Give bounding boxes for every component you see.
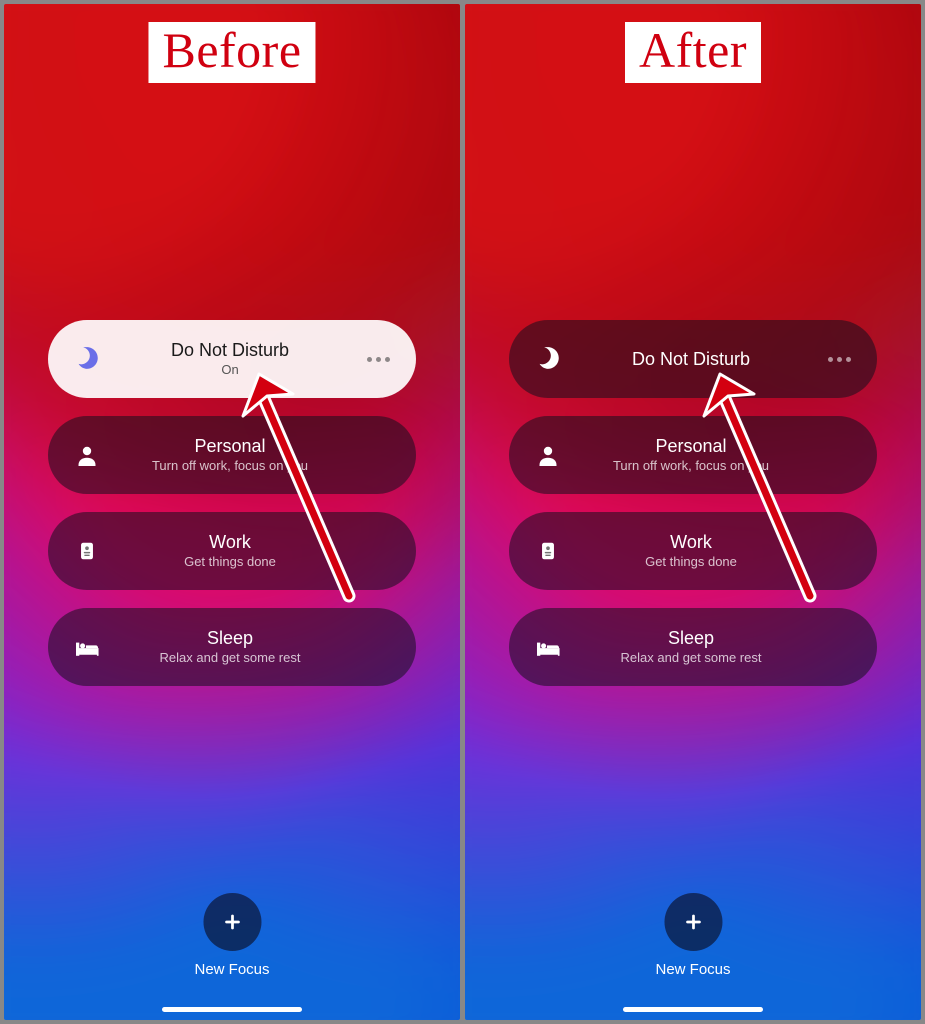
focus-title: Work [209, 532, 251, 553]
after-panel: After Do Not Disturb Personal Turn off w… [465, 4, 921, 1020]
person-icon [70, 443, 104, 467]
focus-item-work[interactable]: Work Get things done [509, 512, 877, 590]
focus-title: Do Not Disturb [632, 349, 750, 370]
focus-mode-list: Do Not Disturb On Personal Turn off work… [48, 320, 416, 686]
focus-subtitle: On [221, 363, 238, 378]
ellipsis-icon [367, 357, 390, 362]
home-indicator[interactable] [623, 1007, 763, 1012]
focus-title: Personal [194, 436, 265, 457]
moon-icon [70, 346, 104, 372]
focus-item-sleep[interactable]: Sleep Relax and get some rest [48, 608, 416, 686]
home-indicator[interactable] [162, 1007, 302, 1012]
bed-icon [531, 636, 565, 658]
focus-options-button[interactable] [356, 357, 390, 362]
focus-title: Do Not Disturb [171, 340, 289, 361]
focus-item-do-not-disturb[interactable]: Do Not Disturb [509, 320, 877, 398]
focus-subtitle: Get things done [645, 555, 737, 570]
focus-mode-list: Do Not Disturb Personal Turn off work, f… [509, 320, 877, 686]
focus-title: Work [670, 532, 712, 553]
focus-item-personal[interactable]: Personal Turn off work, focus on you [48, 416, 416, 494]
after-label: After [625, 22, 761, 83]
badge-icon [531, 539, 565, 563]
before-label: Before [148, 22, 315, 83]
focus-title: Sleep [668, 628, 714, 649]
new-focus-label: New Focus [194, 961, 269, 978]
ellipsis-icon [828, 357, 851, 362]
new-focus-button[interactable] [203, 893, 261, 951]
plus-icon [682, 911, 704, 933]
focus-title: Personal [655, 436, 726, 457]
new-focus[interactable]: New Focus [194, 893, 269, 978]
moon-icon [531, 346, 565, 372]
new-focus[interactable]: New Focus [655, 893, 730, 978]
focus-item-work[interactable]: Work Get things done [48, 512, 416, 590]
focus-item-do-not-disturb[interactable]: Do Not Disturb On [48, 320, 416, 398]
new-focus-button[interactable] [664, 893, 722, 951]
focus-subtitle: Turn off work, focus on you [613, 459, 769, 474]
focus-item-sleep[interactable]: Sleep Relax and get some rest [509, 608, 877, 686]
plus-icon [221, 911, 243, 933]
focus-subtitle: Relax and get some rest [160, 651, 301, 666]
focus-options-button[interactable] [817, 357, 851, 362]
new-focus-label: New Focus [655, 961, 730, 978]
person-icon [531, 443, 565, 467]
focus-subtitle: Turn off work, focus on you [152, 459, 308, 474]
focus-subtitle: Relax and get some rest [621, 651, 762, 666]
bed-icon [70, 636, 104, 658]
before-panel: Before Do Not Disturb On Personal Turn o… [4, 4, 460, 1020]
focus-title: Sleep [207, 628, 253, 649]
badge-icon [70, 539, 104, 563]
focus-subtitle: Get things done [184, 555, 276, 570]
focus-item-personal[interactable]: Personal Turn off work, focus on you [509, 416, 877, 494]
